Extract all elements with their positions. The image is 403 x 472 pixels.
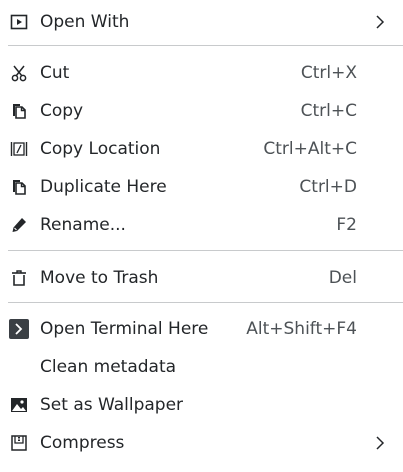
shortcut-label: F2	[336, 215, 357, 235]
open-with-icon	[9, 12, 29, 32]
menu-item-label: Cut	[40, 63, 70, 83]
menu-item-open-terminal-here[interactable]: Open Terminal Here Alt+Shift+F4	[0, 310, 403, 348]
terminal-icon	[9, 319, 29, 339]
menu-item-rename[interactable]: Rename... F2	[0, 206, 403, 244]
menu-item-label: Set as Wallpaper	[40, 395, 184, 415]
trash-icon	[9, 268, 29, 288]
menu-item-open-with[interactable]: Open With	[0, 3, 403, 41]
shortcut-label: Ctrl+C	[300, 101, 357, 121]
menu-item-label: Move to Trash	[40, 268, 159, 288]
menu-item-label: Clean metadata	[40, 357, 177, 377]
separator	[8, 250, 403, 251]
shortcut-label: Ctrl+D	[299, 177, 357, 197]
shortcut-label: Del	[328, 268, 357, 288]
menu-item-label: Duplicate Here	[40, 177, 167, 197]
menu-item-label: Copy	[40, 101, 84, 121]
menu-item-label: Rename...	[40, 215, 126, 235]
menu-item-move-to-trash[interactable]: Move to Trash Del	[0, 259, 403, 297]
menu-item-label: Open With	[40, 12, 130, 32]
menu-item-label: Copy Location	[40, 139, 161, 159]
menu-item-copy-location[interactable]: Copy Location Ctrl+Alt+C	[0, 130, 403, 168]
menu-item-label: Open Terminal Here	[40, 319, 209, 339]
chevron-right-icon	[375, 14, 385, 30]
shortcut-label: Ctrl+X	[300, 63, 357, 83]
archive-icon	[9, 433, 29, 453]
separator	[8, 45, 403, 46]
copy-icon	[9, 101, 29, 121]
menu-item-set-as-wallpaper[interactable]: Set as Wallpaper	[0, 386, 403, 424]
chevron-right-icon	[375, 435, 385, 451]
shortcut-label: Alt+Shift+F4	[246, 319, 357, 339]
menu-item-compress[interactable]: Compress	[0, 424, 403, 462]
copy-location-icon	[9, 139, 29, 159]
shortcut-label: Ctrl+Alt+C	[263, 139, 357, 159]
menu-item-clean-metadata[interactable]: Clean metadata	[0, 348, 403, 386]
scissors-icon	[9, 63, 29, 83]
duplicate-icon	[9, 177, 29, 197]
menu-item-duplicate-here[interactable]: Duplicate Here Ctrl+D	[0, 168, 403, 206]
separator	[8, 302, 403, 303]
image-icon	[9, 395, 29, 415]
menu-item-cut[interactable]: Cut Ctrl+X	[0, 54, 403, 92]
menu-item-copy[interactable]: Copy Ctrl+C	[0, 92, 403, 130]
menu-item-label: Compress	[40, 433, 125, 453]
context-menu: Open With Cut Ctrl+X Copy Ctrl+C Copy Lo…	[0, 0, 403, 472]
pencil-icon	[9, 215, 29, 235]
